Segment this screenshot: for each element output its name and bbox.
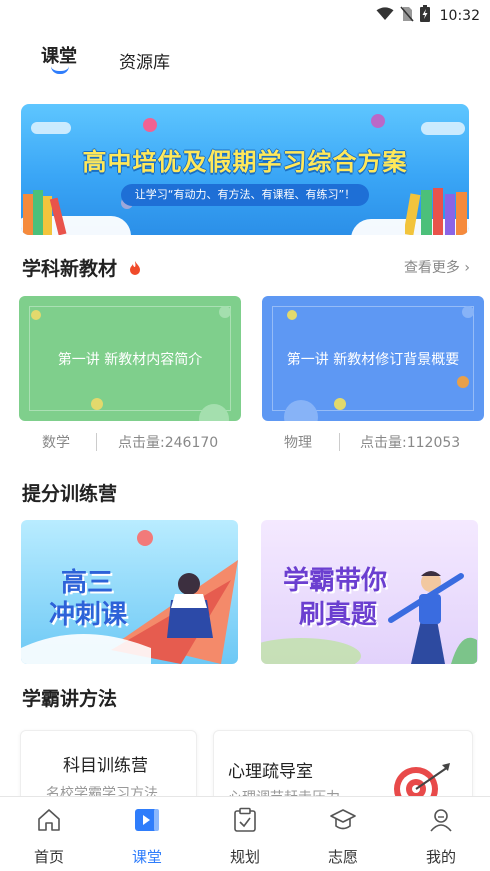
classroom-play-icon <box>134 807 160 833</box>
method-card-title: 心理疏导室 <box>228 762 313 782</box>
promo-banner[interactable]: 高中培优及假期学习综合方案 让学习“有动力、有方法、有课程、有练习”！ <box>21 104 469 235</box>
textbook-card-label: 第一讲 新教材内容简介 <box>57 351 203 368</box>
camp-card-top-student[interactable]: 学霸带你 刷真题 <box>261 520 478 664</box>
status-bar: 10:32 <box>0 0 490 28</box>
subject-label: 数学 <box>42 435 70 451</box>
textbook-card-label: 第一讲 新教材修订背景概要 <box>286 351 460 368</box>
camp-title-line2: 冲刺课 <box>49 600 128 630</box>
view-more-link[interactable]: 查看更多 › <box>404 257 470 277</box>
camp-title-line2: 刷真题 <box>299 600 378 630</box>
click-count: 点击量:112053 <box>360 435 461 451</box>
bottom-nav: 首页 课堂 规划 志愿 我的 <box>0 796 490 871</box>
divider <box>339 433 340 451</box>
banner-title: 高中培优及假期学习综合方案 <box>82 148 408 176</box>
plan-clipboard-icon <box>232 807 258 833</box>
home-icon <box>36 807 62 833</box>
books-illustration-right <box>405 188 467 235</box>
no-sim-icon <box>400 5 414 26</box>
textbook-card-physics[interactable]: 第一讲 新教材修订背景概要 <box>262 296 484 421</box>
banner-cloud <box>421 122 465 135</box>
method-card-title: 科目训练营 <box>63 756 148 776</box>
graduation-cap-icon <box>330 807 356 833</box>
tab-classroom[interactable]: 课堂 <box>41 42 77 68</box>
balloon-icon <box>143 118 157 132</box>
clock: 10:32 <box>439 7 480 24</box>
section-title-training-camp: 提分训练营 <box>22 483 118 505</box>
profile-icon <box>428 807 454 833</box>
banner-cloud <box>31 122 71 134</box>
fire-icon <box>128 259 142 281</box>
battery-charging-icon <box>419 5 430 26</box>
nav-aspiration[interactable]: 志愿 <box>294 797 392 871</box>
nav-home[interactable]: 首页 <box>0 797 98 871</box>
app-screen: 10:32 课堂 资源库 高中培优及假期学习综合方案 让学习“有动力、有方法、有… <box>0 0 490 871</box>
camp-title-line1: 学霸带你 <box>283 566 388 596</box>
wifi-icon <box>376 6 394 25</box>
section-title-new-textbook: 学科新教材 <box>22 254 142 281</box>
nav-plan[interactable]: 规划 <box>196 797 294 871</box>
camp-card-senior-sprint[interactable]: 高三 冲刺课 <box>21 520 238 664</box>
top-tabs: 课堂 资源库 <box>0 38 490 82</box>
banner-subtitle: 让学习“有动力、有方法、有课程、有练习”！ <box>121 184 369 206</box>
section-title-methods: 学霸讲方法 <box>22 688 118 710</box>
click-count: 点击量:246170 <box>118 435 219 451</box>
subject-label: 物理 <box>284 435 312 451</box>
tab-resource-library[interactable]: 资源库 <box>119 48 170 73</box>
paper-plane-illustration <box>21 530 238 664</box>
balloon-icon <box>371 114 385 128</box>
divider <box>96 433 97 451</box>
books-illustration-left <box>23 190 67 235</box>
nav-classroom[interactable]: 课堂 <box>98 797 196 871</box>
textbook-card-math[interactable]: 第一讲 新教材内容简介 <box>19 296 241 421</box>
nav-profile[interactable]: 我的 <box>392 797 490 871</box>
tab-active-indicator <box>51 66 69 74</box>
